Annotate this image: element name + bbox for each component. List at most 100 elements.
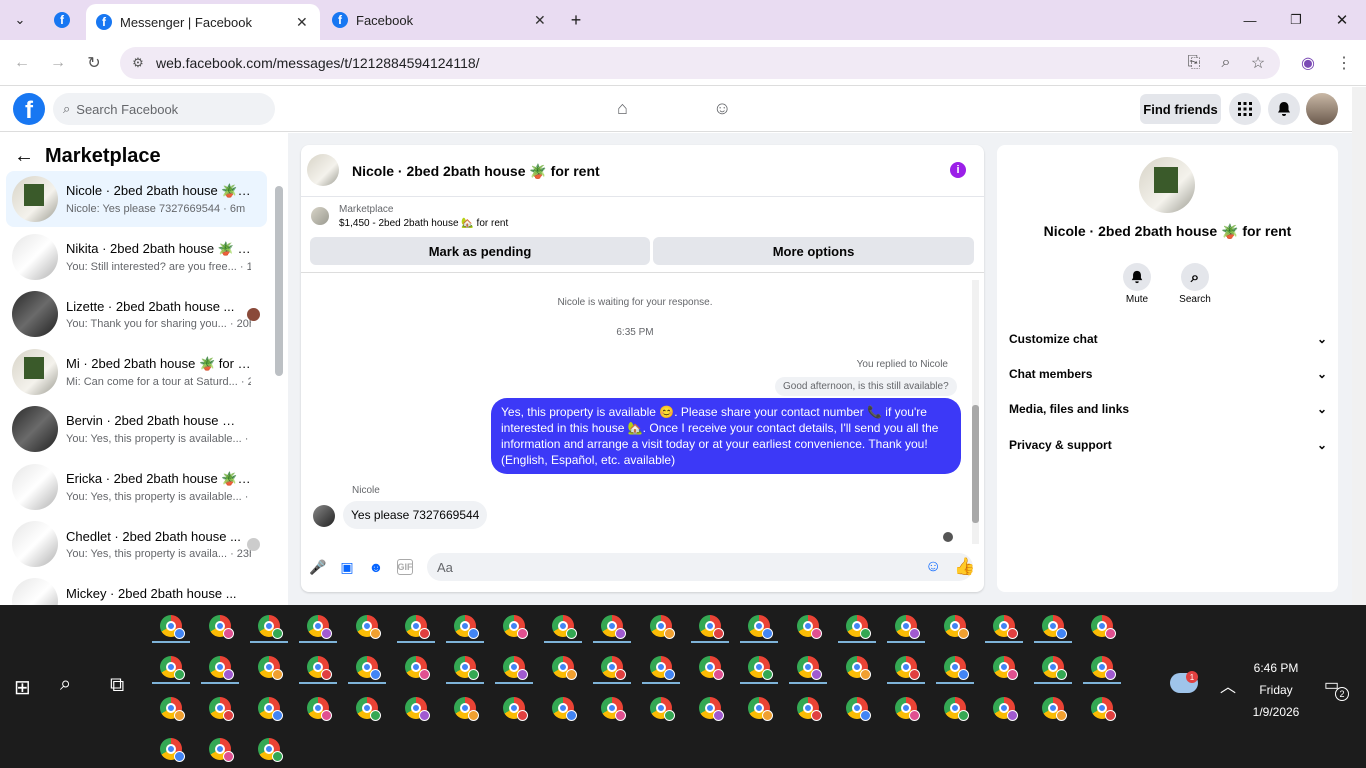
chrome-profile-icon[interactable] [797, 697, 822, 721]
section-media-files-links[interactable]: Media, files and links ⌄ [1009, 402, 1327, 416]
chrome-profile-icon[interactable] [503, 656, 528, 680]
chrome-profile-icon[interactable] [258, 656, 283, 680]
chrome-profile-icon[interactable] [405, 656, 430, 680]
chrome-profile-icon[interactable] [650, 697, 675, 721]
chrome-profile-icon[interactable] [699, 697, 724, 721]
section-privacy-support[interactable]: Privacy & support ⌄ [1009, 438, 1327, 452]
thumbs-up-icon[interactable]: 👍 [954, 557, 975, 576]
page-scrollbar[interactable] [1352, 87, 1366, 605]
chrome-profile-icon[interactable] [748, 656, 773, 680]
chrome-profile-icon[interactable] [258, 697, 283, 721]
chrome-profile-icon[interactable] [748, 615, 773, 639]
chrome-profile-icon[interactable] [601, 656, 626, 680]
chrome-profile-icon[interactable] [454, 697, 479, 721]
section-customize-chat[interactable]: Customize chat ⌄ [1009, 332, 1327, 346]
chevron-up-icon[interactable]: ︿ [1220, 673, 1236, 697]
new-tab-button[interactable]: + [566, 0, 586, 40]
chrome-profile-icon[interactable] [454, 656, 479, 680]
chrome-profile-icon[interactable] [405, 615, 430, 639]
microphone-icon[interactable]: 🎤 [309, 559, 326, 575]
mute-bell-icon[interactable] [1123, 263, 1151, 291]
chrome-profile-icon[interactable] [846, 615, 871, 639]
bookmark-star-icon[interactable]: ☆ [1246, 51, 1270, 75]
back-arrow-icon[interactable]: ← [14, 145, 34, 168]
chrome-profile-icon[interactable] [160, 738, 185, 762]
search-icon[interactable]: ⌕ [1181, 263, 1209, 291]
chrome-profile-icon[interactable] [895, 615, 920, 639]
zoom-icon[interactable]: ⌕ [1214, 51, 1238, 75]
forward-arrow-icon[interactable]: → [46, 51, 70, 75]
incoming-message[interactable]: Yes please 7327669544 [343, 501, 488, 529]
chrome-profile-icon[interactable] [895, 656, 920, 680]
chrome-profile-icon[interactable] [209, 697, 234, 721]
chrome-profile-icon[interactable] [944, 656, 969, 680]
chrome-profile-icon[interactable] [209, 656, 234, 680]
home-icon[interactable]: ⌂ [617, 98, 628, 119]
chrome-profile-icon[interactable] [993, 656, 1018, 680]
chrome-profile-icon[interactable] [699, 656, 724, 680]
chat-avatar[interactable] [307, 154, 339, 186]
chrome-profile-icon[interactable] [552, 656, 577, 680]
chrome-profile-icon[interactable] [1091, 615, 1116, 639]
info-icon[interactable]: i [950, 162, 966, 178]
chrome-profile-icon[interactable] [1042, 615, 1067, 639]
chrome-profile-icon[interactable] [258, 615, 283, 639]
chrome-profile-icon[interactable] [699, 615, 724, 639]
conversation-item[interactable]: Nicole · 2bed 2bath house 🪴 f... Nicole: … [6, 171, 267, 227]
pinned-tab-facebook[interactable]: f [50, 0, 74, 40]
chrome-profile-icon[interactable] [1091, 656, 1116, 680]
install-app-icon[interactable]: ⎘ [1182, 51, 1206, 75]
chrome-profile-icon[interactable] [993, 615, 1018, 639]
tab-facebook[interactable]: f Facebook ✕ [326, 0, 552, 40]
sidebar-scrollbar[interactable] [275, 186, 283, 376]
conversation-item[interactable]: Mickey · 2bed 2bath house ... [6, 574, 267, 605]
address-bar[interactable]: ⚙ web.facebook.com/messages/t/1212884594… [120, 47, 1280, 79]
chrome-profile-icon[interactable] [552, 615, 577, 639]
listing-title[interactable]: $1,450 - 2bed 2bath house 🏡 for rent [339, 218, 508, 229]
browser-menu-icon[interactable]: ⋮ [1332, 51, 1356, 75]
chrome-profile-icon[interactable] [846, 697, 871, 721]
photo-icon[interactable]: ▣ [339, 559, 355, 575]
chrome-profile-icon[interactable] [650, 656, 675, 680]
chrome-profile-icon[interactable] [307, 656, 332, 680]
close-window-button[interactable]: ✕ [1332, 0, 1352, 40]
profile-avatar[interactable] [1139, 157, 1195, 213]
minimize-button[interactable]: — [1240, 0, 1260, 40]
chrome-profile-icon[interactable] [454, 615, 479, 639]
chrome-profile-icon[interactable] [1042, 656, 1067, 680]
listing-thumbnail[interactable] [311, 207, 329, 225]
chrome-profile-icon[interactable] [1091, 697, 1116, 721]
close-tab-icon[interactable]: ✕ [296, 14, 308, 31]
chrome-profile-icon[interactable] [552, 697, 577, 721]
conversation-item[interactable]: Chedlet · 2bed 2bath house ... You: Yes, … [6, 516, 267, 572]
mark-as-pending-button[interactable]: Mark as pending [310, 237, 650, 265]
chrome-profile-icon[interactable] [160, 697, 185, 721]
chrome-profile-icon[interactable] [944, 697, 969, 721]
restore-button[interactable]: ❐ [1286, 0, 1306, 40]
chrome-profile-icon[interactable] [601, 697, 626, 721]
chrome-profile-icon[interactable] [895, 697, 920, 721]
conversation-item[interactable]: Lizette · 2bed 2bath house ... You: Thank… [6, 286, 267, 342]
tab-search-chevron-icon[interactable]: ⌄ [8, 0, 32, 40]
chrome-profile-icon[interactable] [307, 697, 332, 721]
notifications-bell-icon[interactable] [1268, 93, 1300, 125]
chrome-profile-icon[interactable] [797, 656, 822, 680]
chrome-profile-icon[interactable] [209, 615, 234, 639]
sticker-icon[interactable]: ☻ [368, 559, 384, 575]
chrome-profile-icon[interactable] [258, 738, 283, 762]
conversation-item[interactable]: Nikita · 2bed 2bath house 🪴 fo... You: St… [6, 229, 267, 285]
conversation-item[interactable]: Ericka · 2bed 2bath house 🪴 fo... You: Ye… [6, 459, 267, 515]
conversation-item[interactable]: Mi · 2bed 2bath house 🪴 for re... Mi: Can… [6, 344, 267, 400]
chrome-profile-icon[interactable] [797, 615, 822, 639]
message-input[interactable]: Aa ☺ [427, 553, 973, 581]
chrome-profile-icon[interactable] [356, 656, 381, 680]
more-options-button[interactable]: More options [653, 237, 974, 265]
menu-grid-icon[interactable] [1229, 93, 1261, 125]
quoted-message[interactable]: Good afternoon, is this still available? [775, 377, 957, 396]
chrome-profile-icon[interactable] [160, 615, 185, 639]
chrome-profile-icon[interactable] [307, 615, 332, 639]
facebook-logo[interactable]: f [13, 93, 45, 125]
chrome-profile-icon[interactable] [993, 697, 1018, 721]
reload-icon[interactable]: ↻ [82, 51, 106, 75]
find-friends-button[interactable]: Find friends [1140, 94, 1221, 124]
